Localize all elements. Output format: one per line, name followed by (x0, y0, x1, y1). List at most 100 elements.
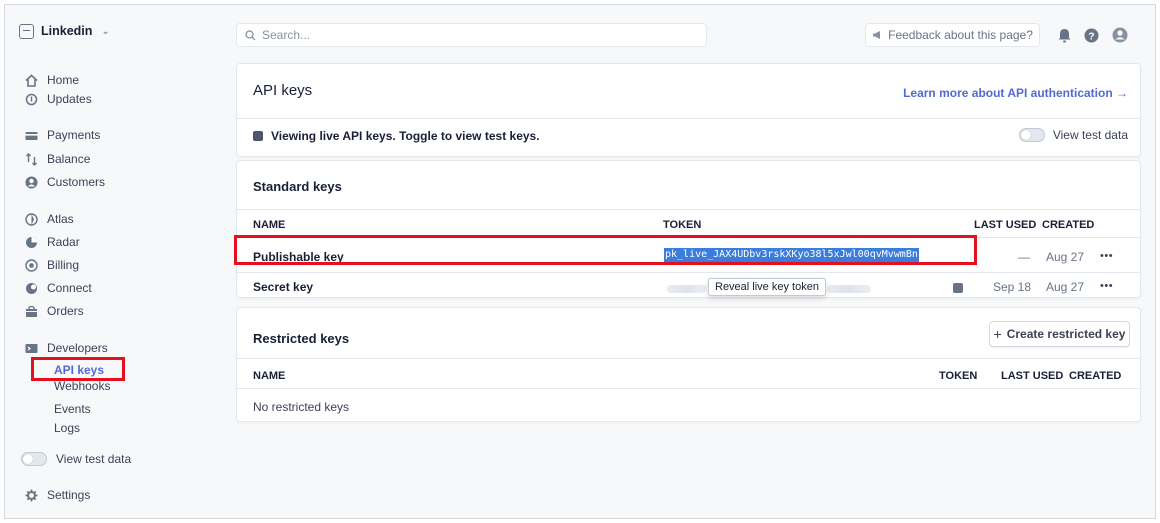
plus-icon: + (993, 326, 1002, 342)
atlas-icon (25, 212, 38, 226)
orders-icon (26, 305, 37, 317)
sidebar-item-settings[interactable]: Settings (25, 486, 90, 504)
empty-state-text: No restricted keys (253, 400, 350, 414)
customers-icon (25, 176, 38, 188)
row-last-used: — (1018, 250, 1030, 264)
row-created: Aug 27 (1046, 280, 1085, 294)
svg-text:?: ? (1088, 30, 1094, 42)
divider (237, 272, 1140, 273)
lock-icon (953, 283, 963, 293)
account-icon (19, 23, 34, 39)
row-created: Aug 27 (1046, 250, 1085, 264)
hidden-token[interactable] (667, 285, 707, 293)
notice-text: Viewing live API keys. Toggle to view te… (271, 129, 540, 143)
row-more-menu[interactable]: ••• (1100, 280, 1113, 292)
restricted-keys-title: Restricted keys (253, 331, 350, 346)
column-header-created: CREATED (1042, 219, 1095, 231)
sidebar-item-label: Home (47, 73, 80, 87)
sidebar-item-label: Connect (47, 281, 92, 295)
sidebar-item-logs[interactable]: Logs (54, 420, 80, 436)
sidebar-item-connect[interactable]: Connect (25, 279, 92, 297)
sidebar-item-updates[interactable]: Updates (25, 90, 92, 108)
gear-icon (25, 489, 38, 501)
user-avatar-icon[interactable] (1112, 27, 1128, 43)
updates-icon (25, 93, 38, 105)
info-icon (253, 131, 263, 141)
help-icon[interactable]: ? (1083, 27, 1099, 43)
search-input[interactable]: Search... (236, 23, 707, 47)
payments-icon (25, 131, 38, 140)
divider (237, 358, 1140, 359)
reveal-key-tooltip[interactable]: Reveal live key token (708, 278, 826, 296)
column-header-created: CREATED (1069, 370, 1122, 382)
sidebar-item-label: Atlas (47, 212, 74, 226)
view-test-data-toggle[interactable]: View test data (1018, 128, 1128, 142)
create-restricted-key-button[interactable]: + Create restricted key (989, 321, 1130, 347)
home-icon (25, 73, 38, 87)
sidebar-item-label: Developers (47, 341, 108, 355)
sidebar-item-home[interactable]: Home (25, 71, 79, 89)
sidebar-item-payments[interactable]: Payments (25, 126, 100, 144)
row-last-used: Sep 18 (993, 280, 1032, 294)
sidebar-item-developers[interactable]: Developers (25, 339, 108, 357)
column-header-name: NAME (253, 219, 286, 231)
radar-icon (26, 236, 37, 248)
feedback-button[interactable]: Feedback about this page? (865, 23, 1040, 47)
search-icon (245, 29, 256, 40)
sidebar-item-orders[interactable]: Orders (25, 302, 84, 320)
feedback-label: Feedback about this page? (888, 28, 1033, 42)
megaphone-icon (873, 31, 881, 39)
toggle-label: View test data (1052, 128, 1128, 142)
sidebar: Linkedin ⌄ Home Updates Payments Balance… (5, 5, 227, 518)
sidebar-item-label: Payments (47, 128, 101, 142)
sidebar-item-label: Updates (47, 92, 92, 106)
notifications-bell-icon[interactable] (1056, 27, 1072, 43)
sidebar-item-billing[interactable]: Billing (25, 256, 79, 274)
sidebar-item-label: Balance (47, 152, 91, 166)
sidebar-item-label: Settings (47, 488, 91, 502)
hidden-token[interactable] (827, 285, 871, 293)
account-name: Linkedin (41, 24, 93, 38)
standard-keys-card: Standard keys NAME TOKEN LAST USED CREAT… (236, 160, 1141, 298)
divider (237, 118, 1140, 119)
balance-icon (26, 152, 37, 166)
sidebar-item-balance[interactable]: Balance (25, 150, 90, 168)
row-more-menu[interactable]: ••• (1100, 250, 1113, 262)
row-key-name: Secret key (253, 280, 314, 294)
sidebar-item-label: Radar (47, 235, 80, 249)
app-window: Linkedin ⌄ Home Updates Payments Balance… (4, 4, 1156, 519)
account-switcher[interactable]: Linkedin ⌄ (19, 21, 110, 41)
column-header-name: NAME (253, 370, 286, 382)
column-header-last-used: LAST USED (974, 219, 1037, 231)
button-label: Create restricted key (1006, 327, 1126, 341)
highlight-publishable-key (234, 235, 977, 265)
column-header-token: TOKEN (663, 219, 702, 231)
restricted-keys-card: Restricted keys + Create restricted key … (236, 307, 1141, 422)
highlight-api-keys-nav (31, 357, 125, 381)
page-title: API keys (253, 82, 313, 99)
chevron-down-icon: ⌄ (101, 25, 110, 37)
sidebar-item-label: Customers (47, 175, 106, 189)
live-keys-notice: Viewing live API keys. Toggle to view te… (253, 129, 540, 143)
toggle-switch[interactable] (21, 452, 47, 466)
learn-more-link[interactable]: Learn more about API authentication → (903, 86, 1128, 100)
terminal-icon (25, 343, 38, 353)
connect-icon (26, 282, 37, 294)
column-header-token: TOKEN (939, 370, 978, 382)
sidebar-item-customers[interactable]: Customers (25, 173, 105, 191)
column-header-last-used: LAST USED (1001, 370, 1064, 382)
sidebar-item-label: Orders (47, 304, 84, 318)
sidebar-item-radar[interactable]: Radar (25, 233, 80, 251)
sidebar-item-events[interactable]: Events (54, 401, 91, 417)
sidebar-view-test-data-toggle[interactable]: View test data (21, 450, 131, 468)
api-keys-card: API keys Learn more about API authentica… (236, 63, 1141, 157)
sidebar-item-label: Billing (47, 258, 80, 272)
standard-keys-title: Standard keys (253, 179, 342, 194)
divider (237, 388, 1140, 389)
search-placeholder: Search... (262, 28, 311, 42)
toggle-switch[interactable] (1018, 128, 1045, 142)
toggle-label: View test data (56, 452, 132, 466)
billing-icon (25, 258, 38, 272)
sidebar-item-atlas[interactable]: Atlas (25, 210, 74, 228)
divider (237, 209, 1140, 210)
